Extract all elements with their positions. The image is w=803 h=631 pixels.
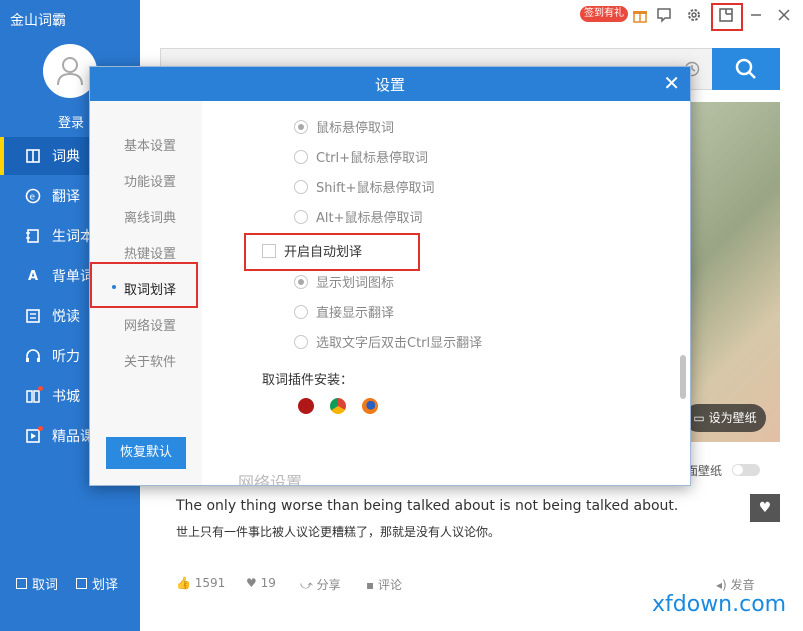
thumbs-up-icon: 👍 (176, 576, 195, 590)
menu-hotkey-settings[interactable]: 热键设置 (124, 243, 176, 262)
huayi-label: 划译 (92, 578, 119, 593)
share-button[interactable]: ⤻ 分享 (300, 576, 341, 593)
option-double-ctrl[interactable]: 选取文字后双击Ctrl显示翻译 (294, 332, 482, 351)
memorize-icon: A (27, 268, 39, 284)
user-icon (57, 57, 83, 86)
dialog-title: 设置 (374, 76, 405, 94)
set-wallpaper-button[interactable]: ▭ 设为壁纸 (684, 404, 766, 432)
radio-button[interactable] (294, 119, 308, 134)
menu-function-settings[interactable]: 功能设置 (124, 171, 176, 190)
heart-outline-icon: ♥ (246, 576, 261, 590)
sidebar-item-label: 翻译 (52, 189, 80, 205)
option-mouse-hover[interactable]: 鼠标悬停取词 (294, 117, 394, 136)
option-shift-hover[interactable]: Shift+鼠标悬停取词 (294, 177, 434, 196)
menu-network-settings[interactable]: 网络设置 (124, 315, 176, 334)
quci-toggle[interactable]: 取词 (16, 574, 58, 593)
sidebar-item-label: 词典 (52, 149, 80, 165)
option-ctrl-hover[interactable]: Ctrl+鼠标悬停取词 (294, 147, 428, 166)
book-icon (24, 147, 42, 165)
comment-icon: ▪ (366, 578, 378, 592)
gift-icon[interactable] (632, 7, 648, 23)
search-icon (735, 58, 756, 79)
feedback-icon[interactable] (656, 7, 672, 23)
notification-dot (38, 386, 43, 391)
monitor-icon: ▭ (693, 411, 709, 425)
dialog-header: 设置 ✕ (90, 67, 690, 101)
speaker-icon: ◂) (716, 578, 731, 592)
notebook-icon (24, 227, 42, 245)
radio-button[interactable] (294, 179, 308, 194)
network-settings-heading: 网络设置 (238, 473, 303, 485)
sidebar-item-label: 背单词 (52, 269, 94, 285)
signin-badge[interactable]: 签到有礼 (580, 6, 628, 22)
mini-mode-highlight (711, 3, 743, 31)
auto-translate-highlight (244, 233, 420, 271)
headphones-icon (24, 347, 42, 365)
quci-checkbox[interactable] (16, 578, 27, 589)
watermark: xfdown.com (652, 592, 787, 617)
quci-label: 取词 (32, 578, 59, 593)
minimize-icon[interactable] (748, 7, 764, 23)
settings-dialog: 设置 ✕ 基本设置 功能设置 离线词典 热键设置 取词划译 网络设置 关于软件 … (89, 66, 691, 486)
likes-stat[interactable]: ♥ 19 (246, 576, 276, 590)
option-show-directly[interactable]: 直接显示翻译 (294, 302, 394, 321)
settings-content: 鼠标悬停取词 Ctrl+鼠标悬停取词 Shift+鼠标悬停取词 Alt+鼠标悬停… (202, 101, 690, 485)
daily-quote-cn: 世上只有一件事比被人议论更糟糕了，那就是没有人议论你。 (176, 525, 501, 539)
favorite-button[interactable]: ♥ (750, 494, 780, 522)
translate-icon: e (24, 187, 42, 205)
login-link[interactable]: 登录 (58, 112, 84, 131)
radio-button[interactable] (294, 209, 308, 224)
huayi-checkbox[interactable] (76, 578, 87, 589)
adobe-reader-icon[interactable] (298, 398, 314, 414)
daily-quote-en: The only thing worse than being talked a… (176, 498, 679, 514)
plugin-install-label: 取词插件安装： (262, 373, 354, 388)
menu-basic-settings[interactable]: 基本设置 (124, 135, 176, 154)
close-icon[interactable]: ✕ (663, 71, 680, 95)
menu-about[interactable]: 关于软件 (124, 351, 176, 370)
sidebar-item-label: 悦读 (52, 309, 80, 325)
notification-dot (38, 426, 43, 431)
desktop-wallpaper-toggle[interactable] (732, 464, 760, 476)
speak-button[interactable]: ◂) 发音 (716, 576, 755, 593)
sidebar-item-label: 听力 (52, 349, 80, 365)
option-show-icon[interactable]: 显示划词图标 (294, 272, 394, 291)
chrome-icon[interactable] (330, 398, 346, 414)
svg-text:e: e (30, 193, 36, 203)
daily-wallpaper (688, 102, 780, 442)
gear-icon[interactable] (686, 7, 702, 23)
views-stat[interactable]: 👍 1591 (176, 576, 225, 590)
huayi-toggle[interactable]: 划译 (76, 574, 118, 593)
search-button[interactable] (712, 48, 780, 90)
app-title: 金山词霸 (10, 13, 66, 29)
radio-button[interactable] (294, 334, 308, 349)
radio-button[interactable] (294, 149, 308, 164)
reading-icon (24, 307, 42, 325)
comment-button[interactable]: ▪ 评论 (366, 576, 402, 593)
share-icon: ⤻ (300, 578, 317, 592)
option-alt-hover[interactable]: Alt+鼠标悬停取词 (294, 207, 423, 226)
heart-icon: ♥ (758, 500, 772, 516)
menu-offline-dictionary[interactable]: 离线词典 (124, 207, 176, 226)
settings-scrollbar[interactable] (680, 355, 686, 399)
sidebar-item-label: 精品课 (52, 429, 94, 445)
close-icon[interactable] (776, 7, 792, 23)
radio-button[interactable] (294, 304, 308, 319)
sidebar-item-label: 生词本 (52, 229, 94, 245)
radio-button[interactable] (294, 274, 308, 289)
firefox-icon[interactable] (362, 398, 378, 414)
desktop-wallpaper-label: 面壁纸 (686, 464, 723, 478)
sidebar-item-label: 书城 (52, 389, 80, 405)
active-menu-highlight (90, 262, 198, 308)
restore-defaults-button[interactable]: 恢复默认 (106, 437, 186, 469)
